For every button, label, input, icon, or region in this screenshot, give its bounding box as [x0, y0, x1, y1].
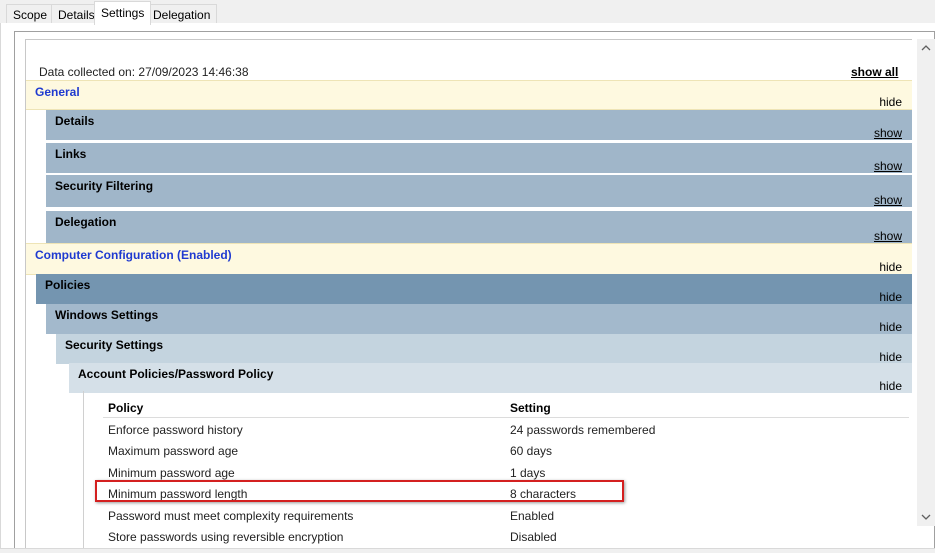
section-title: General: [35, 85, 80, 99]
table-row: Minimum password age 1 days: [84, 466, 912, 487]
section-links[interactable]: Links show: [46, 143, 912, 174]
show-link[interactable]: show: [874, 159, 902, 173]
policy-setting: 1 days: [510, 466, 546, 480]
section-security-filtering[interactable]: Security Filtering show: [46, 175, 912, 208]
policy-name: Store passwords using reversible encrypt…: [108, 530, 344, 544]
policy-name: Minimum password age: [108, 466, 235, 480]
section-title: Windows Settings: [55, 308, 159, 322]
header-divider: [103, 417, 909, 418]
section-general[interactable]: General hide: [26, 80, 912, 110]
hide-link[interactable]: hide: [879, 320, 902, 334]
section-title: Computer Configuration (Enabled): [35, 248, 232, 262]
section-title: Links: [55, 147, 87, 161]
section-details[interactable]: Details show: [46, 110, 912, 141]
chevron-down-icon[interactable]: [917, 508, 935, 526]
hide-link[interactable]: hide: [879, 260, 902, 274]
data-collected-text: Data collected on: 27/09/2023 14:46:38: [39, 65, 249, 79]
policy-setting: Enabled: [510, 509, 555, 523]
password-policy-table: Policy Setting Enforce password history …: [83, 391, 912, 550]
column-header-setting: Setting: [510, 401, 551, 415]
section-delegation[interactable]: Delegation show: [46, 211, 912, 244]
section-title: Details: [55, 114, 95, 128]
policy-setting: Disabled: [510, 530, 557, 544]
column-header-policy: Policy: [108, 401, 144, 415]
policy-name: Password must meet complexity requiremen…: [108, 509, 354, 523]
section-password-policy[interactable]: Account Policies/Password Policy hide: [69, 363, 912, 393]
section-security-settings[interactable]: Security Settings hide: [56, 334, 912, 364]
section-title: Delegation: [55, 215, 117, 229]
show-all-link[interactable]: show all: [851, 65, 898, 79]
hide-link[interactable]: hide: [879, 350, 902, 364]
policy-setting: 60 days: [510, 444, 553, 458]
tab-settings[interactable]: Settings: [94, 1, 152, 25]
section-title: Account Policies/Password Policy: [78, 367, 274, 381]
section-windows-settings[interactable]: Windows Settings hide: [46, 304, 912, 334]
section-title: Policies: [45, 278, 91, 292]
show-link[interactable]: show: [874, 126, 902, 140]
table-row: Store passwords using reversible encrypt…: [84, 530, 912, 550]
vertical-scrollbar[interactable]: [917, 39, 935, 526]
section-title: Security Filtering: [55, 179, 154, 193]
policy-setting: 8 characters: [510, 487, 577, 501]
hide-link[interactable]: hide: [879, 95, 902, 109]
policy-name: Minimum password length: [108, 487, 248, 501]
section-policies[interactable]: Policies hide: [36, 274, 912, 304]
hide-link[interactable]: hide: [879, 290, 902, 304]
policy-name: Enforce password history: [108, 423, 243, 437]
tab-strip: Scope Details Settings Delegation: [0, 0, 935, 25]
section-title: Security Settings: [65, 338, 164, 352]
table-row: Minimum password length 8 characters: [84, 487, 912, 508]
tab-scope[interactable]: Scope: [6, 4, 55, 24]
table-row: Maximum password age 60 days: [84, 444, 912, 465]
section-computer-configuration[interactable]: Computer Configuration (Enabled) hide: [26, 243, 912, 275]
policy-name: Maximum password age: [108, 444, 239, 458]
bottom-border: [0, 548, 935, 553]
table-row: Password must meet complexity requiremen…: [84, 509, 912, 530]
show-link[interactable]: show: [874, 229, 902, 243]
table-row: Enforce password history 24 passwords re…: [84, 423, 912, 444]
tab-delegation[interactable]: Delegation: [146, 4, 218, 24]
policy-setting: 24 passwords remembered: [510, 423, 656, 437]
chevron-up-icon[interactable]: [917, 39, 935, 57]
show-link[interactable]: show: [874, 193, 902, 207]
settings-report: Data collected on: 27/09/2023 14:46:38 s…: [25, 39, 912, 550]
